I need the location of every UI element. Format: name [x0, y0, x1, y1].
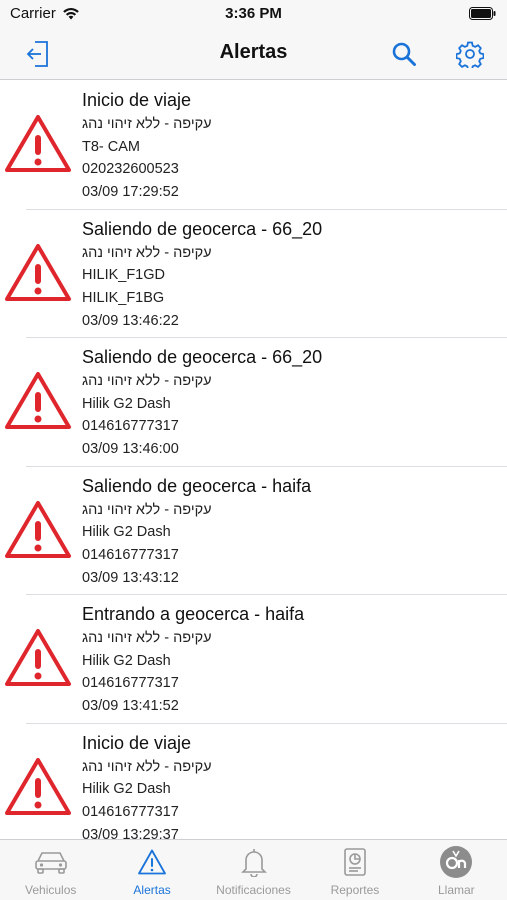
alert-timestamp: 03/09 13:41:52: [82, 698, 179, 715]
alert-row[interactable]: Saliendo de geocerca - haifa עקיפה - ללא…: [0, 467, 507, 595]
alert-vehicle: Hilik G2 Dash: [82, 781, 171, 798]
tab-reportes[interactable]: Reportes: [304, 840, 405, 900]
alert-timestamp: 03/09 13:46:22: [82, 312, 179, 329]
alert-row[interactable]: Inicio de viaje עקיפה - ללא זיהוי נהג Hi…: [0, 724, 507, 839]
status-bar: Carrier 3:36 PM: [0, 0, 507, 28]
alert-vehicle: Hilik G2 Dash: [82, 524, 171, 541]
battery-icon: [469, 7, 497, 25]
search-button[interactable]: [386, 36, 422, 72]
page-title: Alertas: [219, 41, 288, 63]
warning-icon: [5, 629, 71, 686]
alert-device-id: 014616777317: [82, 803, 179, 820]
warning-icon: [138, 849, 167, 875]
tab-label: Notificaciones: [216, 883, 291, 897]
gear-icon: [456, 41, 484, 68]
alert-driver: עקיפה - ללא זיהוי נהג: [82, 501, 212, 518]
tab-label: Reportes: [330, 883, 380, 897]
alert-driver: עקיפה - ללא זיהוי נהג: [82, 630, 212, 646]
settings-button[interactable]: [452, 36, 488, 72]
tab-notificaciones[interactable]: Notificaciones: [203, 840, 304, 900]
search-icon: [392, 42, 416, 66]
alert-title: Saliendo de geocerca - 66_20: [82, 218, 323, 239]
bell-icon: [240, 849, 267, 877]
warning-icon: [5, 757, 71, 815]
navigation-bar: Alertas: [0, 28, 507, 80]
alert-device-id: 014616777317: [82, 546, 179, 563]
tab-alertas[interactable]: Alertas: [101, 840, 202, 900]
tab-bar: Vehiculos Alertas Notificaciones Reporte…: [0, 839, 507, 900]
alert-timestamp: 03/09 13:46:00: [82, 441, 179, 458]
warning-icon: [5, 500, 71, 558]
alert-vehicle: Hilik G2 Dash: [82, 652, 171, 669]
alert-device-id: HILIK_F1BG: [82, 289, 165, 306]
warning-icon: [5, 115, 71, 172]
alert-device-id: 014616777317: [82, 675, 179, 692]
warning-icon: [5, 243, 71, 301]
alert-driver: עקיפה - ללא זיהוי נהג: [82, 244, 212, 261]
alert-vehicle: Hilik G2 Dash: [82, 395, 171, 412]
alert-title: Inicio de viaje: [82, 732, 192, 753]
alert-list[interactable]: Inicio de viaje עקיפה - ללא זיהוי נהג T8…: [0, 81, 507, 839]
alert-title: Saliendo de geocerca - 66_20: [82, 347, 323, 367]
alert-device-id: 020232600523: [82, 161, 179, 178]
alert-device-id: 014616777317: [82, 418, 179, 435]
alert-timestamp: 03/09 17:29:52: [82, 184, 179, 201]
alert-vehicle: T8- CAM: [82, 138, 140, 155]
alert-timestamp: 03/09 13:43:12: [82, 569, 179, 586]
alert-timestamp: 03/09 13:29:37: [82, 826, 179, 839]
alert-row[interactable]: Saliendo de geocerca - 66_20 עקיפה - ללא…: [0, 338, 507, 467]
alert-vehicle: HILIK_F1GD: [82, 267, 165, 284]
tab-llamar[interactable]: Llamar: [406, 840, 507, 900]
alert-driver: עקיפה - ללא זיהוי נהג: [82, 116, 212, 132]
warning-icon: [5, 372, 71, 429]
tab-label: Alertas: [133, 883, 171, 897]
alert-title: Saliendo de geocerca - haifa: [82, 475, 312, 496]
tab-vehiculos[interactable]: Vehiculos: [0, 840, 101, 900]
call-icon: [440, 846, 473, 878]
alert-title: Inicio de viaje: [82, 90, 192, 110]
status-time: 3:36 PM: [225, 5, 282, 22]
alert-driver: עקיפה - ללא זיהוי נהג: [82, 373, 212, 389]
car-icon: [34, 852, 67, 874]
alert-title: Entrando a geocerca - haifa: [82, 604, 305, 624]
tab-label: Vehiculos: [25, 883, 77, 897]
report-icon: [344, 848, 366, 876]
alert-row[interactable]: Entrando a geocerca - haifa עקיפה - ללא …: [0, 595, 507, 724]
tab-label: Llamar: [437, 883, 475, 897]
alert-row[interactable]: Inicio de viaje עקיפה - ללא זיהוי נהג T8…: [0, 81, 507, 210]
alert-driver: עקיפה - ללא זיהוי נהג: [82, 758, 212, 775]
alert-row[interactable]: Saliendo de geocerca - 66_20 עקיפה - ללא…: [0, 210, 507, 338]
